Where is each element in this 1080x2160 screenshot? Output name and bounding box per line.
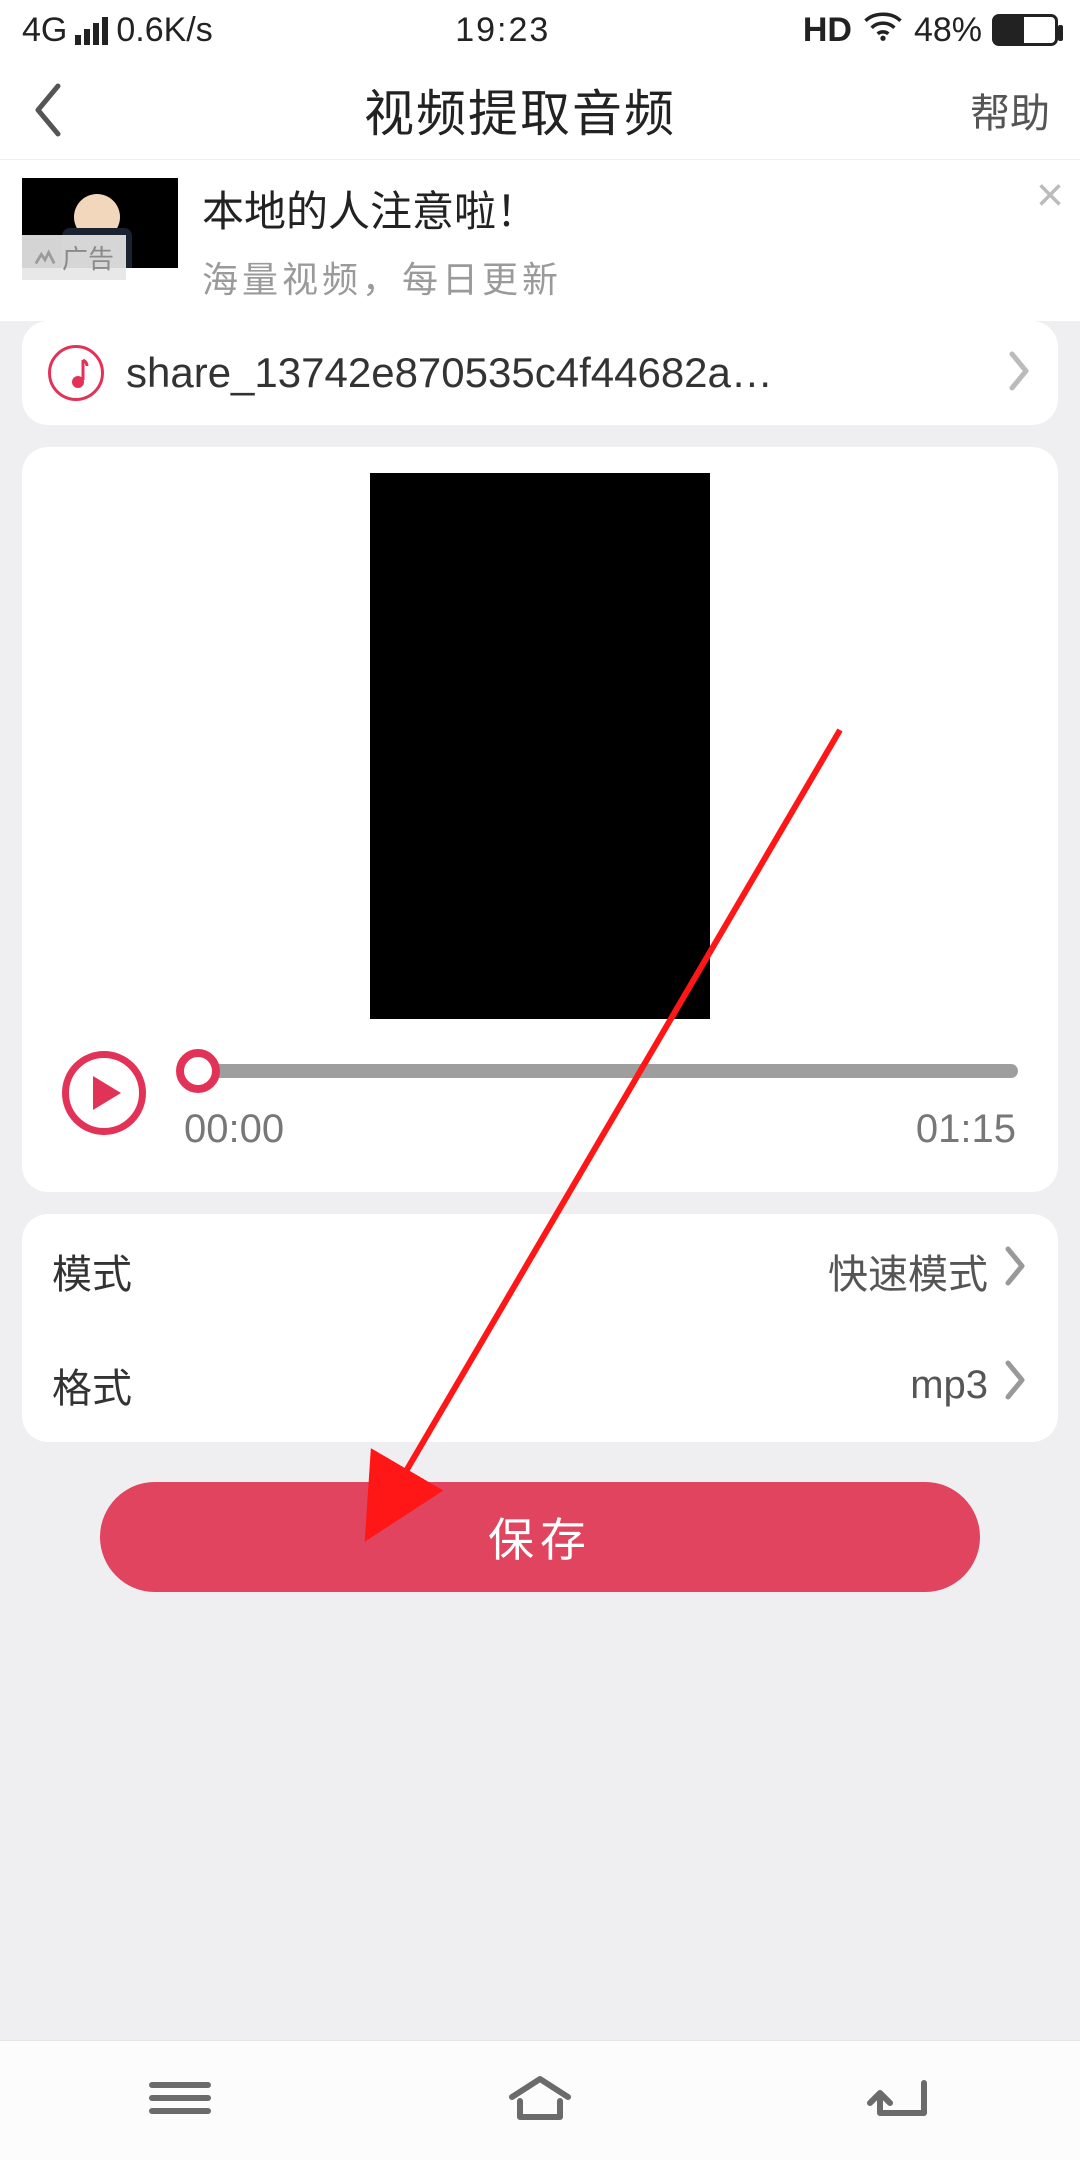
video-preview[interactable]: [370, 473, 710, 1019]
hd-label: HD: [803, 11, 852, 50]
current-time: 00:00: [184, 1107, 284, 1152]
ad-thumbnail: 广告: [22, 178, 178, 268]
ad-subtitle: 海量视频，每日更新: [202, 251, 1058, 303]
mode-value: 快速模式: [828, 1242, 988, 1300]
ad-tag: 广告: [22, 235, 126, 280]
ad-banner[interactable]: 广告 本地的人注意啦！ 海量视频，每日更新 ×: [0, 160, 1080, 321]
player-card: 00:00 01:15: [22, 447, 1058, 1192]
seek-slider[interactable]: [182, 1049, 1018, 1093]
music-icon: [48, 345, 104, 401]
chevron-right-icon: [1006, 350, 1032, 397]
chevron-right-icon: [1002, 1359, 1028, 1411]
network-type: 4G: [22, 11, 67, 50]
mode-label: 模式: [52, 1242, 132, 1300]
battery-icon: [992, 14, 1058, 46]
save-button[interactable]: 保存: [100, 1482, 980, 1592]
play-button[interactable]: [62, 1051, 146, 1135]
format-row[interactable]: 格式 mp3: [22, 1328, 1058, 1442]
recent-apps-button[interactable]: [138, 2073, 222, 2128]
title-bar: 视频提取音频 帮助: [0, 60, 1080, 160]
home-button[interactable]: [498, 2073, 582, 2128]
ad-close-button[interactable]: ×: [1036, 172, 1064, 220]
help-link[interactable]: 帮助: [950, 81, 1050, 139]
format-label: 格式: [52, 1356, 132, 1414]
back-system-button[interactable]: [858, 2073, 942, 2128]
signal-icon: [75, 15, 108, 45]
ad-title: 本地的人注意啦！: [202, 178, 1058, 239]
format-value: mp3: [910, 1363, 988, 1408]
total-time: 01:15: [916, 1107, 1016, 1152]
clock: 19:23: [213, 11, 793, 50]
file-row[interactable]: share_13742e870535c4f44682a…: [22, 321, 1058, 425]
status-bar: 4G 0.6K/s 19:23 HD 48%: [0, 0, 1080, 60]
save-button-label: 保存: [488, 1504, 592, 1570]
page-title: 视频提取音频: [90, 74, 950, 146]
system-nav-bar: [0, 2040, 1080, 2160]
file-name: share_13742e870535c4f44682a…: [126, 349, 984, 397]
data-speed: 0.6K/s: [116, 11, 212, 50]
back-button[interactable]: [30, 80, 90, 140]
options-card: 模式 快速模式 格式 mp3: [22, 1214, 1058, 1442]
battery-percent: 48%: [914, 11, 982, 50]
chevron-right-icon: [1002, 1245, 1028, 1297]
mode-row[interactable]: 模式 快速模式: [22, 1214, 1058, 1328]
wifi-icon: [862, 5, 904, 56]
